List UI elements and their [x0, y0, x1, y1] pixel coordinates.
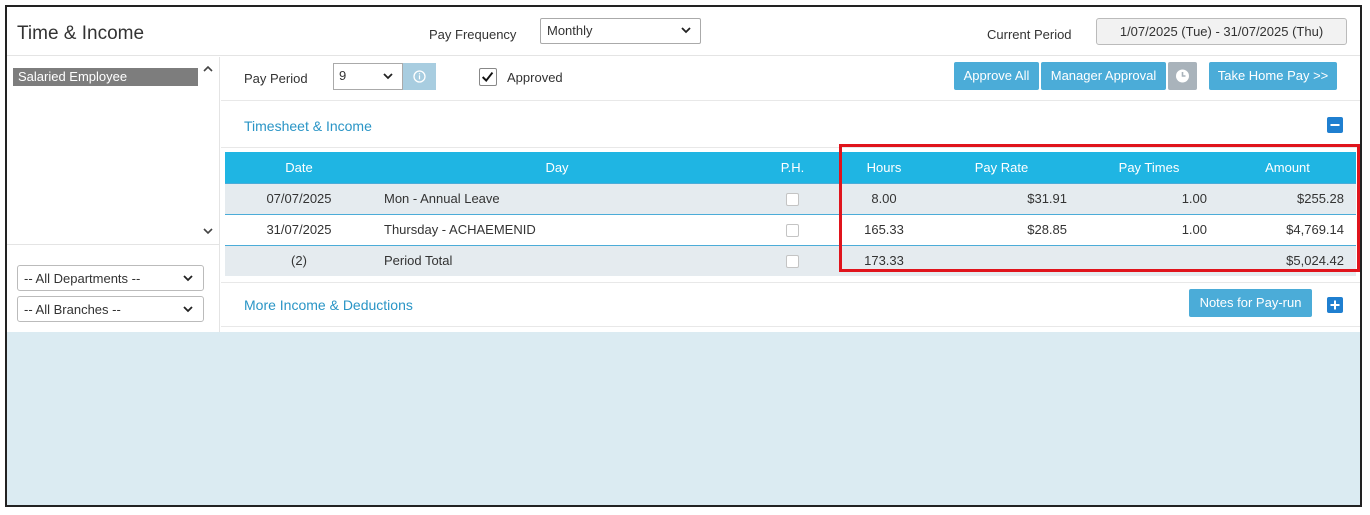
more-income-title: More Income & Deductions — [244, 297, 413, 313]
cell-pay-times — [1079, 244, 1219, 276]
scroll-up-icon[interactable] — [201, 62, 215, 76]
cell-amount: $4,769.14 — [1219, 213, 1356, 245]
cell-ph — [741, 213, 844, 245]
chevron-down-icon — [183, 306, 193, 313]
col-ph: P.H. — [741, 152, 844, 183]
cell-ph — [741, 182, 844, 214]
cell-day: Mon - Annual Leave — [373, 182, 741, 214]
branch-filter-select[interactable]: -- All Branches -- — [17, 296, 204, 322]
pay-frequency-label: Pay Frequency — [429, 27, 517, 42]
pay-period-value: 9 — [339, 68, 347, 83]
department-filter-value: -- All Departments -- — [24, 271, 141, 286]
approved-label: Approved — [507, 70, 563, 85]
timesheet-table: Date Day P.H. Hours Pay Rate Pay Times A… — [225, 152, 1356, 276]
cell-amount: $5,024.42 — [1219, 244, 1356, 276]
sidebar: Salaried Employee -- All Departments -- … — [7, 57, 220, 332]
app-frame: Time & Income Pay Frequency Monthly Curr… — [5, 5, 1362, 507]
chevron-down-icon — [383, 73, 393, 80]
pay-period-toolbar: Pay Period 9 Approved Approve All Manage… — [221, 57, 1360, 101]
cell-pay-rate — [924, 244, 1079, 276]
expand-icon[interactable] — [1327, 297, 1343, 313]
pay-frequency-value: Monthly — [547, 23, 593, 38]
collapse-icon[interactable] — [1327, 117, 1343, 133]
page-title: Time & Income — [17, 23, 145, 44]
cell-date: 31/07/2025 — [225, 213, 373, 245]
ph-checkbox[interactable] — [786, 193, 799, 207]
branch-filter-value: -- All Branches -- — [24, 302, 121, 317]
current-period-value: 1/07/2025 (Tue) - 31/07/2025 (Thu) — [1096, 18, 1347, 45]
cell-pay-rate: $31.91 — [924, 182, 1079, 214]
chevron-down-icon — [681, 27, 691, 34]
pay-frequency-select[interactable]: Monthly — [540, 18, 701, 44]
cell-day: Thursday - ACHAEMENID — [373, 213, 741, 245]
approve-all-button[interactable]: Approve All — [954, 62, 1039, 90]
manager-approval-button[interactable]: Manager Approval — [1041, 62, 1166, 90]
cell-pay-rate: $28.85 — [924, 213, 1079, 245]
more-income-section-header: More Income & Deductions Notes for Pay-r… — [221, 282, 1360, 327]
col-hours: Hours — [844, 152, 924, 183]
take-home-pay-button[interactable]: Take Home Pay >> — [1209, 62, 1337, 90]
col-day: Day — [373, 152, 741, 183]
header-bar: Time & Income Pay Frequency Monthly Curr… — [7, 7, 1360, 56]
employee-list[interactable]: Salaried Employee — [7, 57, 220, 245]
timesheet-title: Timesheet & Income — [244, 118, 372, 134]
cell-hours: 8.00 — [844, 182, 924, 214]
cell-day: Period Total — [373, 244, 741, 276]
cell-amount: $255.28 — [1219, 182, 1356, 214]
table-total-row: (2) Period Total 173.33 $5,024.42 — [225, 244, 1356, 276]
cell-hours: 173.33 — [844, 244, 924, 276]
cell-pay-times: 1.00 — [1079, 182, 1219, 214]
col-pay-rate: Pay Rate — [924, 152, 1079, 183]
check-icon — [481, 71, 494, 83]
history-button[interactable] — [1168, 62, 1197, 90]
cell-pay-times: 1.00 — [1079, 213, 1219, 245]
cell-date: (2) — [225, 244, 373, 276]
table-header-row: Date Day P.H. Hours Pay Rate Pay Times A… — [225, 152, 1356, 183]
ph-checkbox[interactable] — [786, 255, 799, 269]
pay-period-label: Pay Period — [244, 71, 308, 86]
chevron-down-icon — [183, 275, 193, 282]
col-amount: Amount — [1219, 152, 1356, 183]
timesheet-section-header: Timesheet & Income — [221, 102, 1360, 148]
notes-for-payrun-button[interactable]: Notes for Pay-run — [1189, 289, 1312, 317]
employee-list-item[interactable]: Salaried Employee — [13, 68, 198, 86]
table-row[interactable]: 31/07/2025 Thursday - ACHAEMENID 165.33 … — [225, 213, 1356, 245]
department-filter-select[interactable]: -- All Departments -- — [17, 265, 204, 291]
pay-period-select[interactable]: 9 — [333, 63, 403, 90]
cell-hours: 165.33 — [844, 213, 924, 245]
cell-date: 07/07/2025 — [225, 182, 373, 214]
approved-checkbox[interactable] — [479, 68, 497, 86]
table-row[interactable]: 07/07/2025 Mon - Annual Leave 8.00 $31.9… — [225, 182, 1356, 214]
ph-checkbox[interactable] — [786, 224, 799, 238]
clock-icon — [1176, 69, 1189, 83]
col-date: Date — [225, 152, 373, 183]
main-content: Pay Period 9 Approved Approve All Manage… — [221, 57, 1360, 332]
info-icon — [413, 70, 426, 83]
current-period-label: Current Period — [987, 27, 1072, 42]
col-pay-times: Pay Times — [1079, 152, 1219, 183]
cell-ph — [741, 244, 844, 276]
scroll-down-icon[interactable] — [201, 224, 215, 238]
content-panel: Time & Income Pay Frequency Monthly Curr… — [7, 7, 1360, 332]
pay-period-info-button[interactable] — [403, 63, 436, 90]
